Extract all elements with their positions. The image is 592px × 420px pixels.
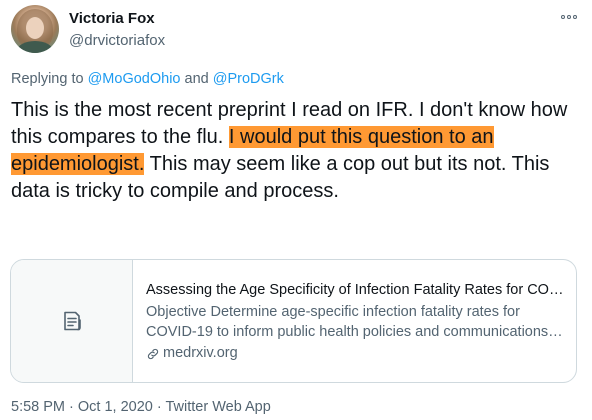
author-name[interactable]: Victoria Fox [69,10,155,27]
card-domain-text: medrxiv.org [163,345,238,361]
tweet-time[interactable]: 5:58 PM [11,399,65,415]
mention-link-mogodohio[interactable]: @MoGodOhio [88,71,181,87]
tweet-text: This is the most recent preprint I read … [11,97,571,205]
replying-prefix: Replying to [11,71,88,87]
card-title: Assessing the Age Specificity of Infecti… [146,282,568,298]
tweet-metadata: 5:58 PM · Oct 1, 2020 · Twitter Web App [11,399,271,415]
more-horizontal-icon [561,15,577,19]
article-icon [63,311,81,331]
card-thumbnail [11,260,133,382]
tweet-date[interactable]: Oct 1, 2020 [78,399,153,415]
link-icon [147,348,159,359]
meta-separator: · [65,399,78,415]
tweet-source[interactable]: Twitter Web App [165,399,270,415]
meta-separator: · [152,399,166,415]
replying-joiner: and [180,71,213,87]
link-preview-card[interactable]: Assessing the Age Specificity of Infecti… [10,259,577,383]
avatar[interactable] [11,5,59,53]
card-body: Assessing the Age Specificity of Infecti… [146,281,568,363]
card-domain: medrxiv.org [146,344,568,363]
more-options-button[interactable] [556,8,582,26]
card-description: Objective Determine age-specific infecti… [146,304,549,340]
tweet: Victoria Fox @drvictoriafox Replying to … [0,0,592,420]
mention-link-prodgrk[interactable]: @ProDGrk [213,71,284,87]
avatar-face [26,17,44,39]
replying-to: Replying to @MoGodOhio and @ProDGrk [11,71,284,87]
author-handle[interactable]: @drvictoriafox [69,32,165,49]
